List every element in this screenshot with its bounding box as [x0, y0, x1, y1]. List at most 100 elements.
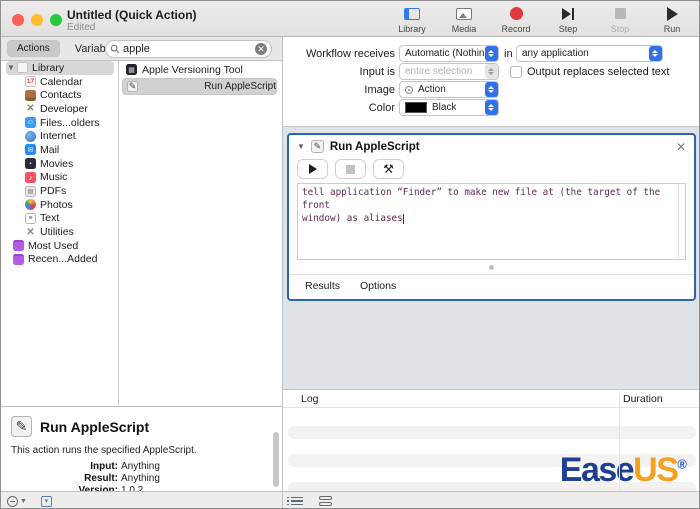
- record-icon: [510, 7, 523, 20]
- action-panel-title: Run AppleScript: [330, 141, 676, 153]
- log-column-divider: [619, 389, 620, 491]
- media-button[interactable]: Media: [445, 5, 483, 34]
- workflow-settings: Workflow receives Automatic (Nothing) in…: [283, 37, 700, 126]
- stop-script-button[interactable]: [335, 159, 366, 179]
- results-disclosure[interactable]: Results: [305, 280, 340, 292]
- stepper-icon: [485, 46, 498, 61]
- sidebar-item-movies[interactable]: ▪ Movies: [1, 157, 118, 171]
- stop-button[interactable]: Stop: [601, 5, 639, 34]
- window-title: Untitled (Quick Action): [67, 8, 197, 22]
- contacts-icon: [25, 90, 36, 101]
- black-color-swatch: [405, 102, 427, 113]
- sidebar-item-pdfs[interactable]: ▤ PDFs: [1, 184, 118, 198]
- action-panel-header: ▼ ✎ Run AppleScript ✕: [289, 135, 694, 158]
- record-button[interactable]: Record: [497, 5, 535, 34]
- run-applescript-action-panel[interactable]: ▼ ✎ Run AppleScript ✕ ⚒ tell application…: [287, 133, 696, 301]
- resize-handle[interactable]: [489, 265, 494, 270]
- remove-action-icon[interactable]: [7, 496, 18, 507]
- step-icon: [562, 8, 571, 20]
- list-view-icon[interactable]: [291, 497, 303, 506]
- calendar-icon: 17: [25, 76, 36, 87]
- zoom-window-button[interactable]: [50, 14, 62, 26]
- minimize-window-button[interactable]: [31, 14, 43, 26]
- close-action-icon[interactable]: ✕: [676, 140, 686, 154]
- action-image-icon: [405, 86, 413, 94]
- run-script-button[interactable]: [297, 159, 328, 179]
- sidebar-item-recently-added[interactable]: Recen...Added: [1, 253, 118, 267]
- automator-window: Untitled (Quick Action) Edited Library M…: [0, 0, 700, 509]
- applescript-code-editor[interactable]: tell application “Finder” to make new fi…: [297, 183, 686, 260]
- input-is-select[interactable]: entire selection: [399, 63, 499, 80]
- options-disclosure[interactable]: Options: [360, 280, 396, 292]
- text-icon: ≡: [25, 213, 36, 224]
- stop-icon: [615, 8, 626, 19]
- library-button[interactable]: Library: [393, 5, 431, 34]
- description-scrollbar[interactable]: [273, 432, 279, 487]
- sidebar-item-library[interactable]: ▼ Library: [1, 61, 118, 75]
- action-panel-footer: Results Options: [289, 274, 694, 292]
- sidebar-item-internet[interactable]: Internet: [1, 129, 118, 143]
- in-application-select[interactable]: any application: [516, 45, 663, 62]
- stepper-icon: [485, 100, 498, 115]
- toolbar: Library Media Record Step Stop Run: [393, 5, 691, 34]
- sidebar-item-mail[interactable]: ✉ Mail: [1, 143, 118, 157]
- applescript-icon: ✎: [11, 416, 32, 437]
- clear-search-icon[interactable]: ✕: [255, 43, 267, 55]
- workflow-receives-label: Workflow receives: [285, 48, 395, 60]
- hammer-icon: ⚒: [383, 163, 394, 175]
- title-bar: Untitled (Quick Action) Edited Library M…: [1, 1, 699, 37]
- output-replaces-label: Output replaces selected text: [527, 66, 697, 78]
- applescript-icon: ✎: [311, 140, 324, 153]
- sidebar-item-text[interactable]: ≡ Text: [1, 212, 118, 226]
- text-caret: [403, 214, 404, 224]
- color-select[interactable]: Black: [399, 99, 499, 116]
- search-input[interactable]: [120, 43, 255, 55]
- description-title: Run AppleScript: [40, 419, 149, 435]
- close-window-button[interactable]: [12, 14, 24, 26]
- sidebar-item-utilities[interactable]: ✕ Utilities: [1, 225, 118, 239]
- sidebar-item-most-used[interactable]: Most Used: [1, 239, 118, 253]
- workflow-receives-select[interactable]: Automatic (Nothing): [399, 45, 499, 62]
- library-icon: [404, 8, 420, 20]
- globe-icon: [25, 131, 36, 142]
- collapse-chevron-icon[interactable]: ▼: [297, 142, 305, 151]
- log-placeholder-row: [288, 426, 696, 439]
- run-button[interactable]: Run: [653, 5, 691, 34]
- workflow-canvas: ▼ ✎ Run AppleScript ✕ ⚒ tell application…: [283, 126, 700, 389]
- tab-actions[interactable]: Actions: [7, 40, 60, 57]
- search-field[interactable]: ✕: [105, 40, 272, 58]
- description-result-field: Result: Anything: [1, 473, 282, 485]
- stepper-icon: [649, 46, 662, 61]
- workflow-view-icon[interactable]: [319, 496, 332, 506]
- sidebar-item-calendar[interactable]: 17 Calendar: [1, 75, 118, 89]
- action-item-apple-versioning-tool[interactable]: ▦ Apple Versioning Tool: [122, 62, 277, 77]
- stepper-icon: [485, 82, 498, 97]
- sidebar-item-photos[interactable]: Photos: [1, 198, 118, 212]
- duration-column-header: Duration: [623, 393, 663, 405]
- log-column-header: Log: [301, 393, 319, 405]
- easeus-watermark: EaseUS®: [560, 453, 687, 487]
- chevron-down-icon[interactable]: ▼: [20, 498, 27, 505]
- description-text: This action runs the specified AppleScri…: [11, 445, 282, 456]
- sidebar-item-music[interactable]: ♪ Music: [1, 171, 118, 185]
- pdf-icon: ▤: [25, 186, 36, 197]
- sidebar-item-contacts[interactable]: Contacts: [1, 88, 118, 102]
- media-icon: [456, 8, 472, 20]
- smart-folder-icon: [13, 254, 24, 265]
- media-browser-icon[interactable]: ▾: [41, 496, 52, 507]
- image-select[interactable]: Action: [399, 81, 499, 98]
- script-toolbar: ⚒: [289, 158, 694, 183]
- action-item-run-applescript[interactable]: Run AppleScript: [122, 78, 277, 95]
- left-footer-bar: ▼ ▾: [1, 491, 282, 509]
- sidebar-item-files-folders[interactable]: ☺ Files...olders: [1, 116, 118, 130]
- apple-versioning-icon: ▦: [126, 64, 137, 75]
- chevron-down-icon[interactable]: ▼: [7, 63, 17, 72]
- sidebar-item-developer[interactable]: ✕ Developer: [1, 102, 118, 116]
- output-replaces-checkbox[interactable]: [510, 66, 522, 78]
- code-scrollbar[interactable]: [678, 184, 685, 259]
- step-button[interactable]: Step: [549, 5, 587, 34]
- stepper-icon: [485, 64, 498, 79]
- actions-list: ▦ Apple Versioning Tool Run AppleScript: [119, 61, 282, 406]
- compile-script-button[interactable]: ⚒: [373, 159, 404, 179]
- library-books-icon: [17, 62, 28, 73]
